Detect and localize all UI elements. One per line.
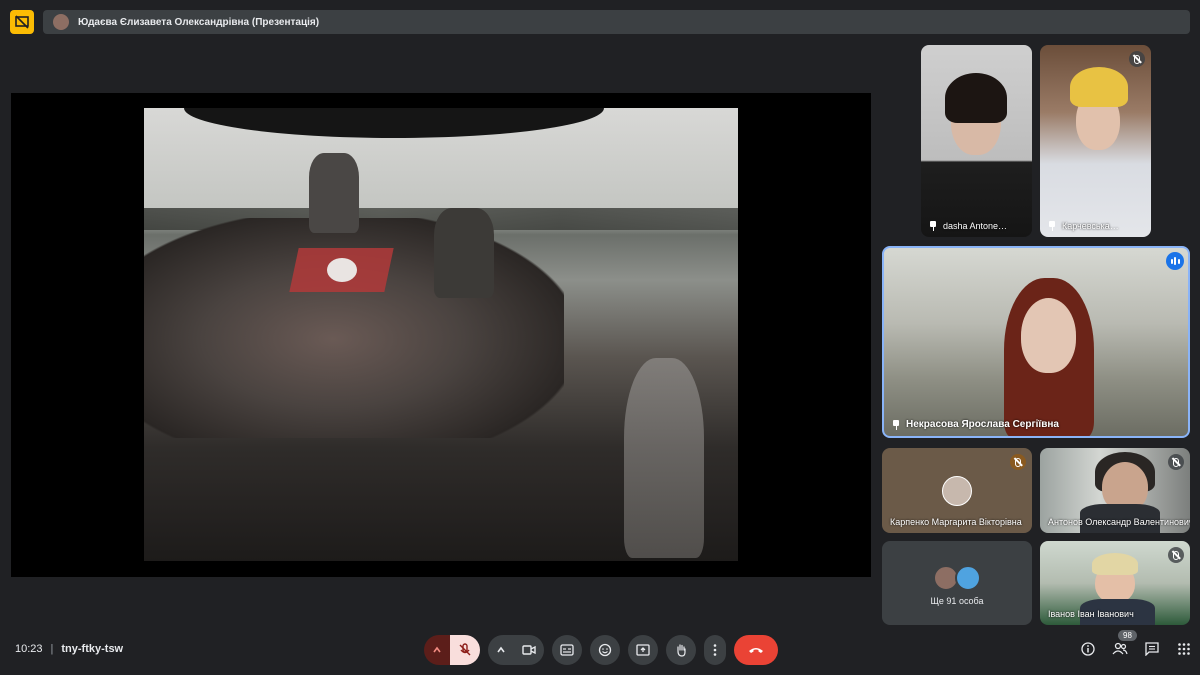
side-panel-buttons: [1079, 640, 1193, 658]
participant-tile[interactable]: Антонов Олександр Валентинович: [1040, 448, 1190, 533]
presentation-stage: [11, 93, 871, 577]
presenter-title: Юдаєва Єлизавета Олександрівна (Презента…: [78, 16, 320, 28]
shared-video: [144, 108, 738, 561]
camera-options-caret-icon[interactable]: [488, 635, 514, 665]
participant-name: Іванов Іван Іванович: [1048, 609, 1134, 619]
chat-icon[interactable]: [1143, 640, 1161, 658]
camera-control-group: [488, 635, 544, 665]
separator: |: [50, 643, 54, 655]
activities-icon[interactable]: [1175, 640, 1193, 658]
emoji-reaction-button[interactable]: [590, 635, 620, 665]
more-participants-tile[interactable]: Ще 91 особа: [882, 541, 1032, 625]
speaking-icon: [1166, 252, 1184, 270]
participant-tile[interactable]: Карчевська…: [1040, 45, 1151, 237]
presentation-off-icon[interactable]: [10, 10, 34, 34]
mic-toggle-button[interactable]: [450, 635, 480, 665]
participant-name: Некрасова Ярослава Сергіївна: [892, 419, 1059, 430]
participant-name: Карчевська…: [1048, 221, 1119, 231]
clock: 10:23: [15, 643, 43, 655]
participant-name: dasha Antone…: [929, 221, 1007, 231]
mic-off-icon: [1129, 51, 1145, 67]
people-count-badge: 98: [1118, 630, 1137, 641]
more-participants-avatars: [933, 565, 981, 591]
presenter-avatar: [53, 14, 69, 30]
present-screen-button[interactable]: [628, 635, 658, 665]
meeting-code: tny-ftky-tsw: [61, 643, 124, 655]
participant-avatar: [942, 476, 972, 506]
participant-name: Антонов Олександр Валентинович: [1048, 517, 1190, 527]
meeting-info: 10:23 | tny-ftky-tsw: [15, 643, 123, 655]
more-options-icon[interactable]: [704, 635, 726, 665]
more-participants-label: Ще 91 особа: [930, 596, 984, 606]
mic-control-group: [424, 635, 480, 665]
pin-icon: [929, 221, 937, 231]
mic-options-caret-icon[interactable]: [424, 635, 450, 665]
presenter-bar: Юдаєва Єлизавета Олександрівна (Презента…: [43, 10, 1190, 34]
participant-tile[interactable]: Іванов Іван Іванович: [1040, 541, 1190, 625]
participant-tile[interactable]: dasha Antone…: [921, 45, 1032, 237]
captions-button[interactable]: [552, 635, 582, 665]
mic-off-icon: [1168, 454, 1184, 470]
participant-tile-active[interactable]: Некрасова Ярослава Сергіївна: [882, 246, 1190, 438]
mic-off-icon: [1010, 454, 1026, 470]
meet-window: Юдаєва Єлизавета Олександрівна (Презента…: [0, 0, 1200, 675]
camera-toggle-button[interactable]: [514, 635, 544, 665]
leave-call-button[interactable]: [734, 635, 778, 665]
pin-icon: [892, 419, 900, 430]
raise-hand-button[interactable]: [666, 635, 696, 665]
pin-icon: [1048, 221, 1056, 231]
participant-name: Карпенко Маргарита Вікторівна: [890, 517, 1022, 527]
mic-off-icon: [1168, 547, 1184, 563]
people-icon[interactable]: [1111, 640, 1129, 658]
participant-tile[interactable]: Карпенко Маргарита Вікторівна: [882, 448, 1032, 533]
meeting-details-icon[interactable]: [1079, 640, 1097, 658]
call-controls: [424, 635, 778, 665]
